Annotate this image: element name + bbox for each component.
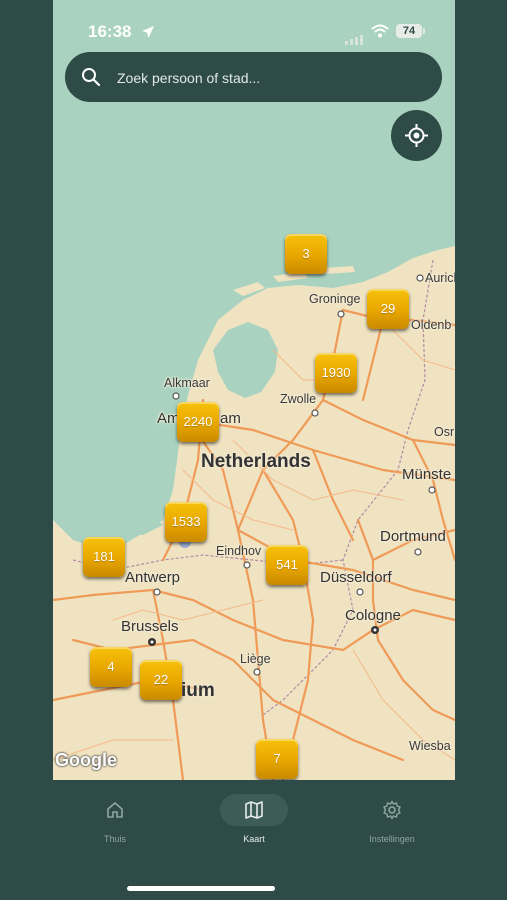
city-label-brussels: Brussels bbox=[121, 618, 179, 635]
bottom-tab-bar: Thuis Kaart Instellingen bbox=[53, 780, 455, 900]
cluster-marker[interactable]: 22 bbox=[140, 660, 182, 700]
cluster-marker[interactable]: 541 bbox=[266, 545, 308, 585]
tab-home[interactable]: Thuis bbox=[70, 794, 160, 854]
map-view[interactable]: Aurich Groninge Oldenb Alkmaar Am am Zwo… bbox=[53, 0, 455, 780]
cluster-marker[interactable]: 4 bbox=[90, 647, 132, 687]
cluster-marker[interactable]: 1930 bbox=[315, 353, 357, 393]
tab-settings-pill bbox=[358, 794, 426, 826]
city-label-oldenburg: Oldenb bbox=[411, 318, 452, 332]
search-icon bbox=[82, 68, 101, 87]
phone-screen: Aurich Groninge Oldenb Alkmaar Am am Zwo… bbox=[53, 0, 455, 900]
city-label-aurich: Aurich bbox=[425, 271, 455, 285]
cluster-marker[interactable]: 181 bbox=[83, 537, 125, 577]
city-label-eindhoven: Eindhov bbox=[216, 544, 262, 558]
battery-indicator: 74 bbox=[396, 24, 422, 38]
status-time: 16:38 bbox=[88, 22, 132, 41]
city-label-osnabruck: Osr bbox=[434, 425, 455, 439]
city-label-zwolle: Zwolle bbox=[280, 392, 317, 406]
city-label-dusseldorf: Düsseldorf bbox=[320, 569, 392, 586]
my-location-button[interactable] bbox=[391, 110, 442, 161]
gear-icon bbox=[383, 800, 401, 820]
city-label-antwerp: Antwerp bbox=[125, 569, 181, 586]
city-label-wiesbaden: Wiesba bbox=[409, 739, 451, 753]
cluster-marker[interactable]: 7 bbox=[256, 739, 298, 779]
tab-settings[interactable]: Instellingen bbox=[347, 794, 437, 854]
country-label-netherlands: Netherlands bbox=[201, 451, 311, 472]
home-indicator[interactable] bbox=[127, 886, 275, 891]
search-bar[interactable] bbox=[65, 52, 442, 102]
map-icon bbox=[245, 801, 263, 819]
tab-home-label: Thuis bbox=[103, 834, 126, 844]
battery-nub bbox=[423, 28, 425, 34]
tab-home-pill bbox=[81, 794, 149, 826]
country-label-belgium: ium bbox=[181, 680, 215, 701]
search-input[interactable] bbox=[115, 66, 419, 90]
google-attribution[interactable]: Google bbox=[55, 750, 117, 771]
cluster-marker[interactable]: 3 bbox=[285, 234, 327, 274]
city-label-cologne: Cologne bbox=[345, 607, 401, 624]
city-label-liege: Liège bbox=[240, 652, 271, 666]
city-label-alkmaar: Alkmaar bbox=[164, 376, 210, 390]
city-label-munster: Münste bbox=[402, 466, 452, 483]
location-arrow-icon bbox=[142, 26, 154, 38]
tab-map-pill bbox=[220, 794, 288, 826]
city-label-groningen: Groninge bbox=[309, 292, 361, 306]
cluster-marker[interactable]: 29 bbox=[367, 289, 409, 329]
crosshair-icon bbox=[405, 124, 428, 147]
city-label-amsterdam-right: am bbox=[220, 410, 241, 427]
tab-settings-label: Instellingen bbox=[369, 834, 415, 844]
home-icon bbox=[107, 802, 123, 818]
cluster-marker[interactable]: 1533 bbox=[165, 502, 207, 542]
status-bar: 16:38 74 bbox=[53, 0, 455, 60]
tab-map[interactable]: Kaart bbox=[209, 794, 299, 854]
tab-map-label: Kaart bbox=[243, 834, 265, 844]
cellular-signal-icon bbox=[345, 27, 365, 45]
cluster-marker[interactable]: 2240 bbox=[177, 402, 219, 442]
city-label-dortmund: Dortmund bbox=[380, 528, 446, 545]
wifi-icon bbox=[371, 24, 389, 38]
